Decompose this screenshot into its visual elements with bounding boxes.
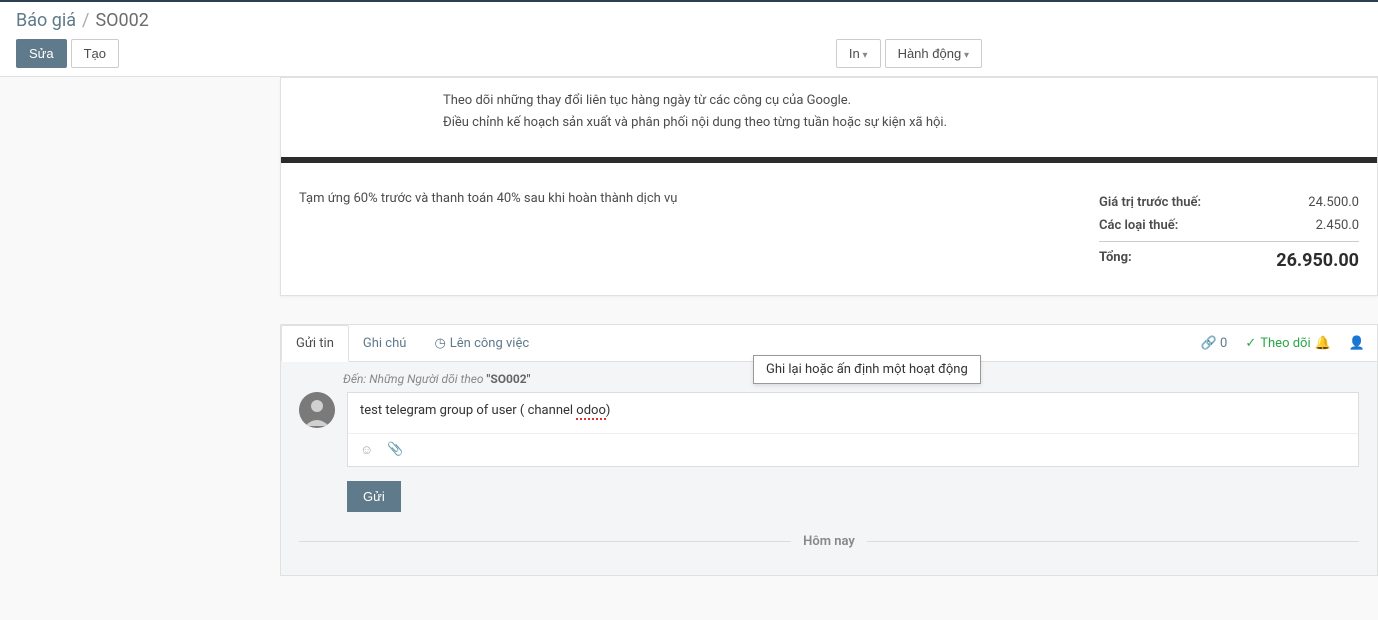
order-card: Theo dõi những thay đổi liên tục hàng ng…: [280, 77, 1378, 296]
message-misspell: odoo: [576, 403, 606, 420]
tax-label: Các loại thuế:: [1099, 218, 1178, 233]
tab-activity-label: Lên công việc: [450, 336, 529, 351]
day-label: Hôm nay: [791, 534, 867, 549]
activity-tooltip: Ghi lại hoặc ấn định một hoạt động: [753, 355, 981, 384]
paperclip-icon: 🔗: [1201, 336, 1217, 351]
send-button[interactable]: Gửi: [347, 481, 401, 512]
day-separator: Hôm nay: [299, 534, 1359, 549]
attachment-count[interactable]: 🔗0: [1201, 336, 1228, 351]
breadcrumb-separator: /: [82, 10, 89, 31]
chatter-tabs: Gửi tin Ghi chú ◷Lên công việc Ghi lại h…: [281, 325, 1377, 362]
check-icon: ✓: [1245, 336, 1256, 351]
tab-schedule-activity[interactable]: ◷ Lên công việc: [420, 326, 543, 361]
recipients-label: Đến:: [343, 372, 366, 386]
message-suffix: ): [606, 403, 611, 418]
subtotal-value: 24.500.0: [1269, 195, 1359, 210]
recipients-doc: "SO002": [487, 372, 531, 386]
description-line-2: Điều chỉnh kế hoạch sản xuất và phân phố…: [443, 112, 1359, 134]
breadcrumb: Báo giá / SO002: [16, 10, 1362, 31]
total-value: 26.950.00: [1269, 250, 1359, 271]
subtotal-label: Giá trị trước thuế:: [1099, 195, 1201, 210]
follow-button[interactable]: ✓ Theo dõi 🔔: [1245, 336, 1330, 351]
attach-count-value: 0: [1220, 336, 1227, 351]
tab-log-note[interactable]: Ghi chú: [349, 326, 421, 361]
emoji-icon[interactable]: ☺: [360, 442, 373, 458]
action-dropdown[interactable]: Hành động: [885, 39, 982, 68]
attach-icon[interactable]: 📎: [387, 442, 403, 458]
clock-icon: ◷: [434, 336, 445, 351]
page-header: Báo giá / SO002 Sửa Tạo In Hành động: [0, 2, 1378, 77]
description-line-1: Theo dõi những thay đổi liên tục hàng ng…: [443, 90, 1359, 112]
breadcrumb-root[interactable]: Báo giá: [16, 10, 76, 31]
print-dropdown[interactable]: In: [836, 39, 881, 68]
tax-value: 2.450.0: [1269, 218, 1359, 233]
message-text-input[interactable]: test telegram group of user ( channel od…: [348, 393, 1358, 433]
followers-icon[interactable]: 👤: [1349, 336, 1365, 351]
totals-block: Giá trị trước thuế: 24.500.0 Các loại th…: [1099, 191, 1359, 275]
message-prefix: test telegram group of user ( channel: [360, 403, 576, 418]
total-label: Tổng:: [1099, 250, 1132, 271]
follow-label: Theo dõi: [1260, 336, 1310, 351]
tab-send-message[interactable]: Gửi tin: [281, 325, 349, 362]
payment-terms: Tạm ứng 60% trước và thanh toán 40% sau …: [299, 191, 1099, 206]
user-avatar: [299, 392, 335, 428]
chatter-panel: Gửi tin Ghi chú ◷ Lên công việc Ghi lại h…: [280, 324, 1378, 576]
breadcrumb-current: SO002: [95, 10, 148, 31]
bell-icon[interactable]: 🔔: [1315, 336, 1331, 351]
edit-button[interactable]: Sửa: [16, 39, 67, 68]
create-button[interactable]: Tạo: [71, 39, 119, 68]
message-compose-box[interactable]: test telegram group of user ( channel od…: [347, 392, 1359, 467]
recipients-text: Những Người dõi theo: [369, 372, 483, 386]
